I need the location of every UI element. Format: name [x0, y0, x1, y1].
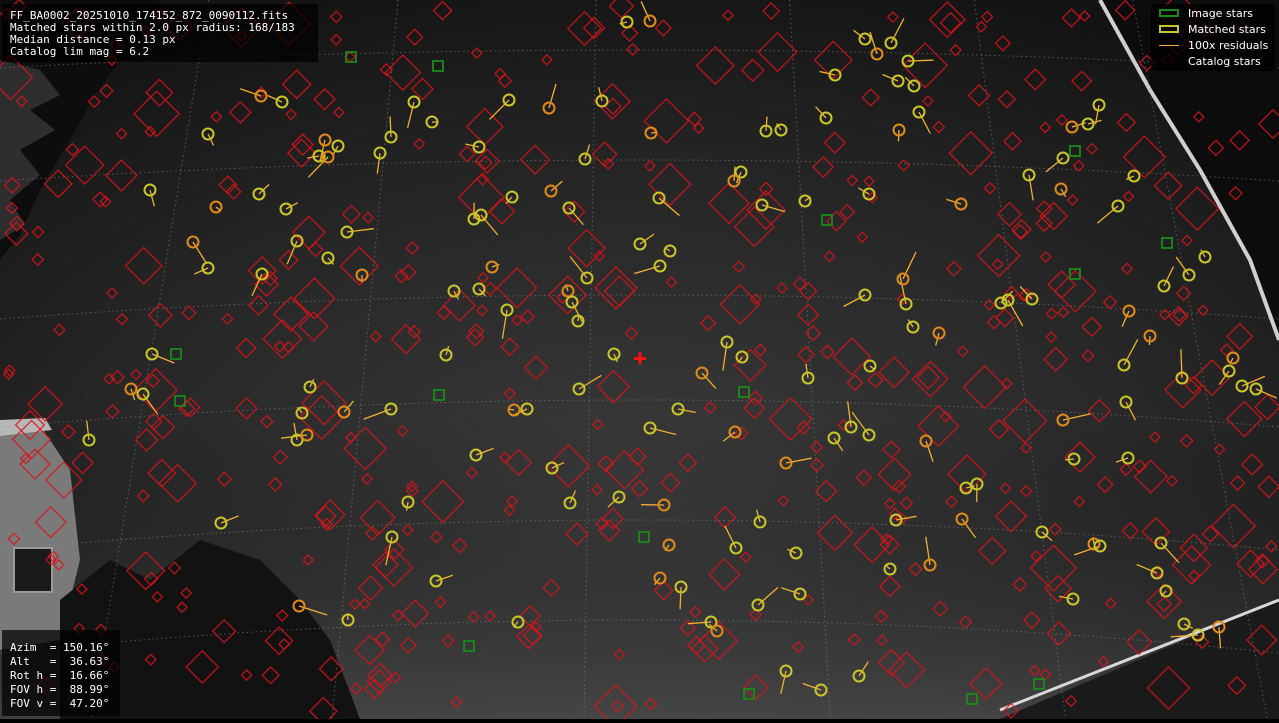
fov-h-text: FOV h = 88.99° [10, 684, 109, 696]
legend-item-residuals: 100x residuals [1151, 38, 1275, 54]
residual-line [680, 587, 681, 609]
legend-item-matched-stars: Matched stars [1151, 22, 1275, 38]
legend-item-image-stars: Image stars [1151, 6, 1275, 22]
image-star-swatch-icon [1159, 9, 1179, 17]
sky-image [0, 0, 1279, 719]
residual-line [908, 60, 933, 61]
legend: Image stars Matched stars 100x residuals… [1151, 4, 1275, 71]
legend-label: Image stars [1188, 7, 1253, 20]
fov-v-text: FOV v = 47.20° [10, 698, 109, 710]
legend-label: Catalog stars [1188, 55, 1261, 68]
rot-h-text: Rot h = 16.66° [10, 670, 109, 682]
legend-item-catalog-stars: Catalog stars [1151, 54, 1275, 70]
legend-label: 100x residuals [1188, 39, 1268, 52]
matched-star-swatch-icon [1159, 25, 1179, 33]
alt-text: Alt = 36.63° [10, 656, 109, 668]
calibration-plot: FF_BA0002_20251010_174152_872_0090112.fi… [0, 0, 1279, 719]
catalog-limmag-text: Catalog lim mag = 6.2 [10, 46, 149, 58]
residual-line [390, 117, 391, 138]
pointing-info-panel: Azim = 150.16° Alt = 36.63° Rot h = 16.6… [2, 630, 120, 716]
building-window [14, 548, 52, 592]
residual-line-swatch-icon [1159, 45, 1179, 46]
legend-label: Matched stars [1188, 23, 1266, 36]
azim-text: Azim = 150.16° [10, 642, 109, 654]
header-info-panel: FF_BA0002_20251010_174152_872_0090112.fi… [2, 4, 318, 62]
